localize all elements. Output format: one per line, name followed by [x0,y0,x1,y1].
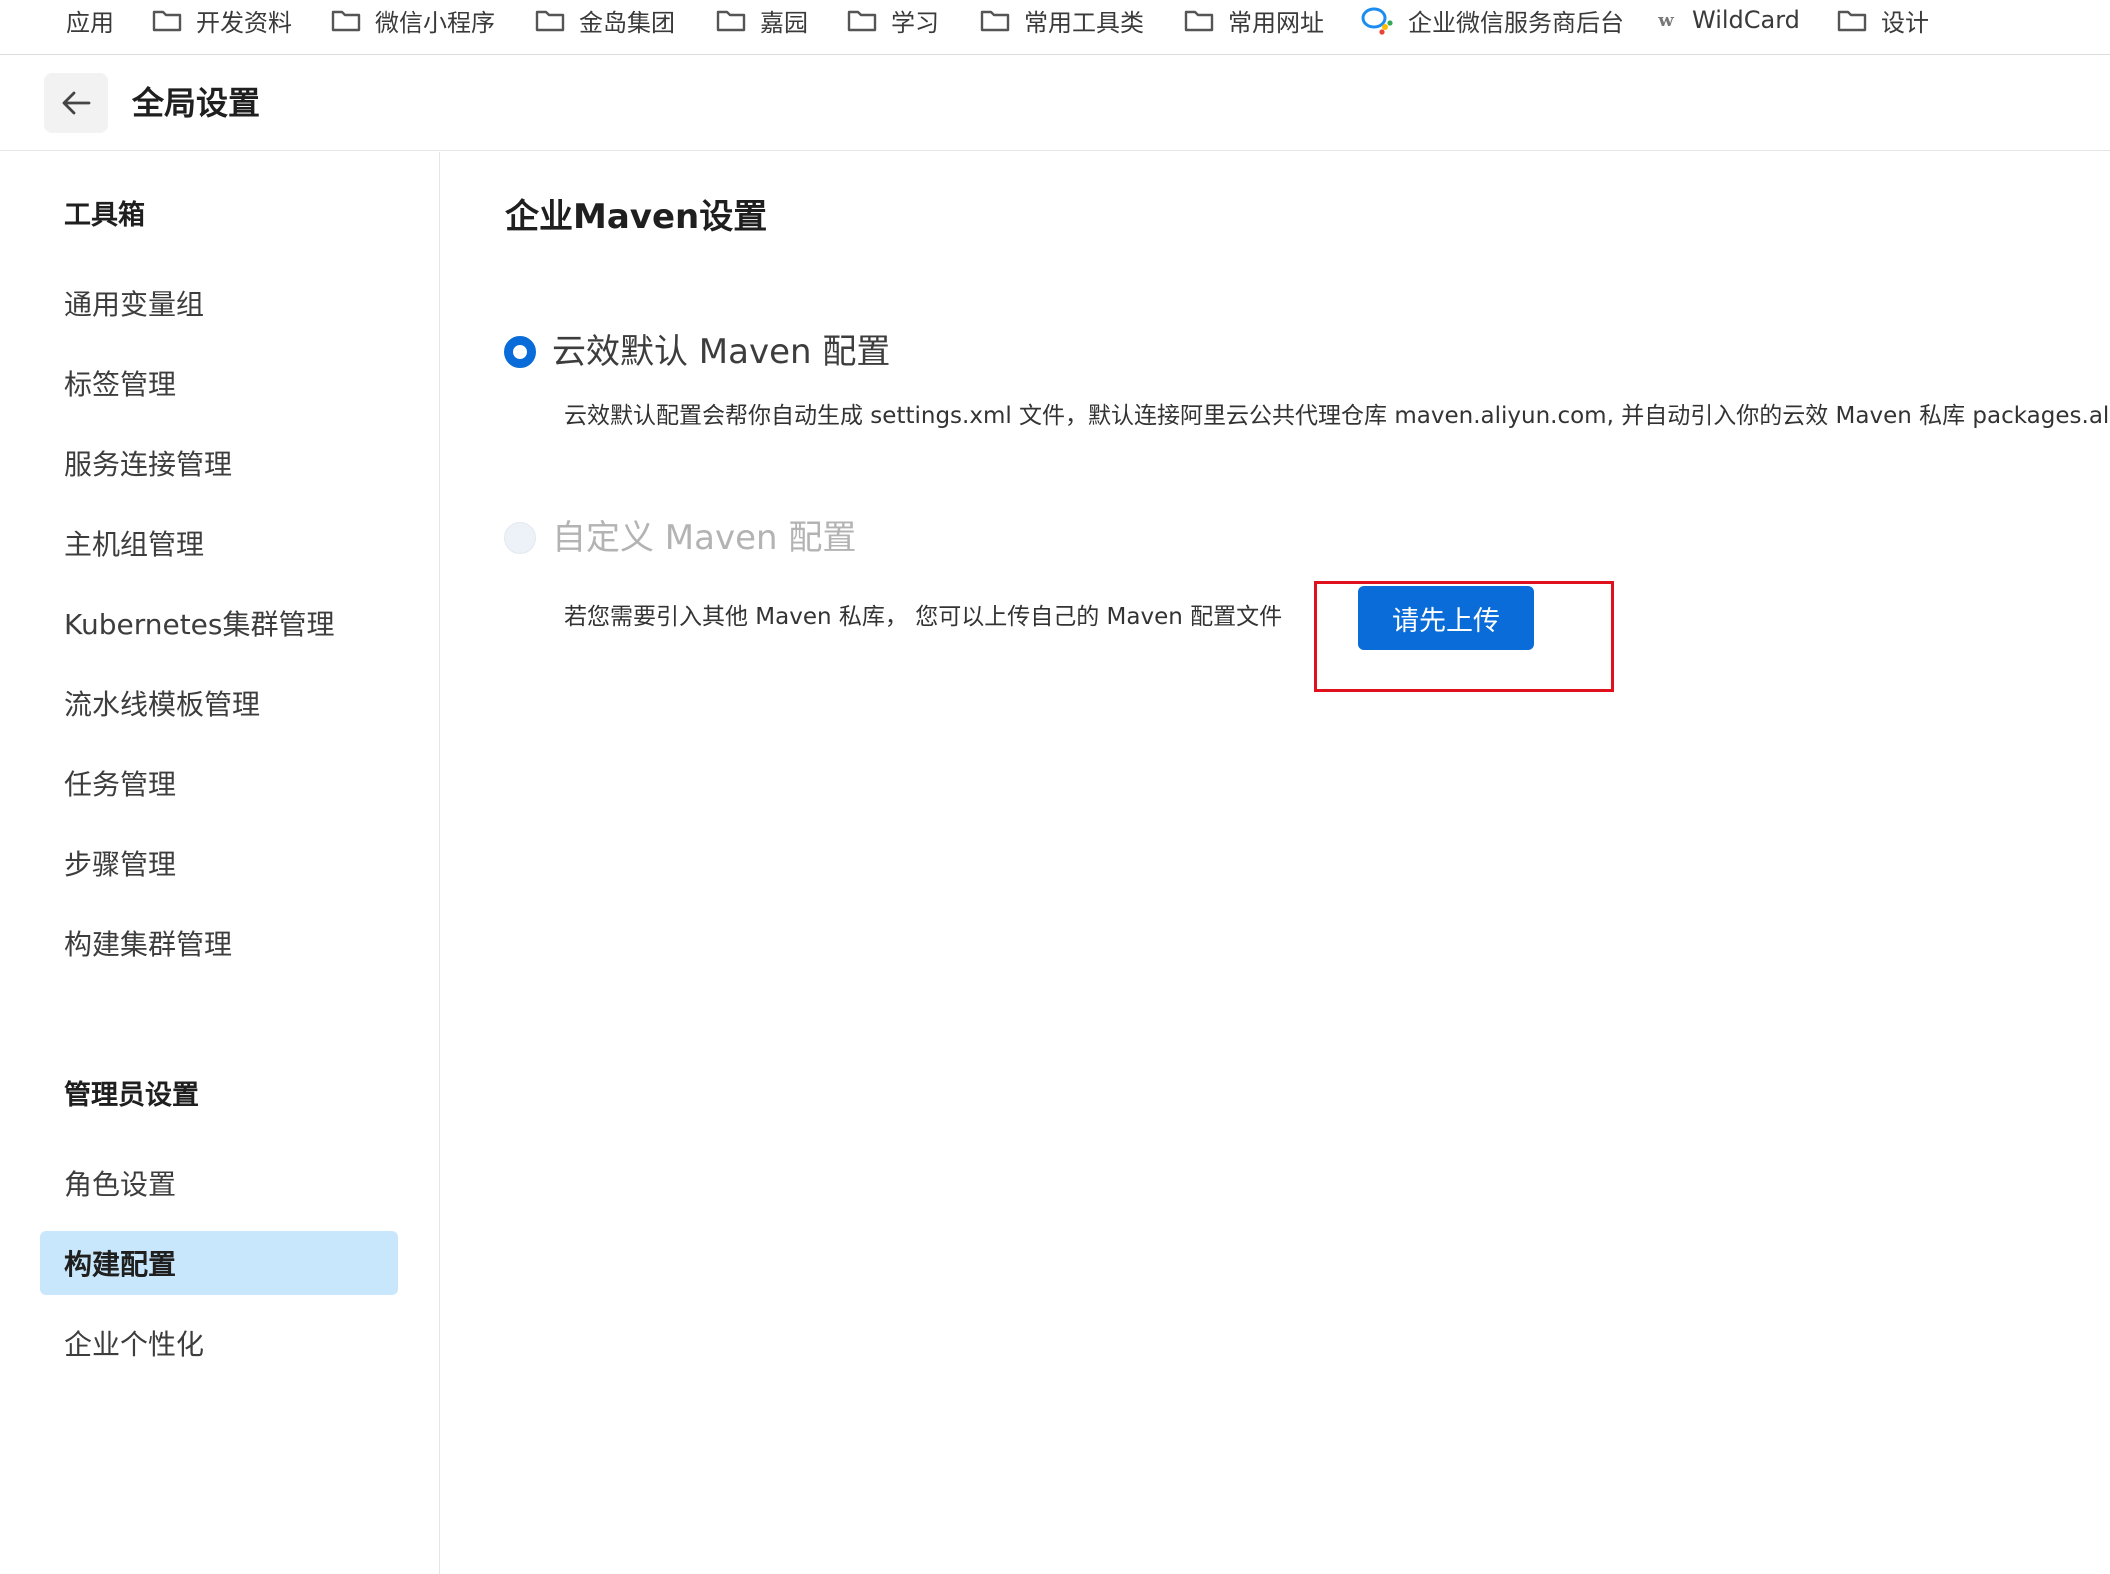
folder-icon [152,8,182,32]
sidebar-item-build-clusters[interactable]: 构建集群管理 [40,911,398,975]
bookmark-label: 设计 [1881,8,1929,37]
sidebar-item-tasks[interactable]: 任务管理 [40,751,398,815]
sidebar-item-host-groups[interactable]: 主机组管理 [40,511,398,575]
sidebar-item-steps[interactable]: 步骤管理 [40,831,398,895]
bookmark-label: 嘉园 [760,8,808,37]
bookmark-folder[interactable]: 常用工具类 [980,0,1144,40]
arrow-left-icon [62,91,91,115]
bookmark-label: 金岛集团 [579,8,675,37]
back-button[interactable] [44,73,108,133]
bookmark-apps[interactable]: 应用 [26,0,114,40]
sidebar-group-title: 工具箱 [64,200,145,231]
radio-custom-maven[interactable]: 自定义 Maven 配置 [504,516,856,560]
bookmark-wecom[interactable]: 企业微信服务商后台 [1360,0,1624,40]
sidebar-item-variable-groups[interactable]: 通用变量组 [40,271,398,335]
bookmark-label: 常用网址 [1228,8,1324,37]
sidebar-item-kubernetes[interactable]: Kubernetes集群管理 [40,591,398,655]
radio-label: 云效默认 Maven 配置 [552,332,891,372]
sidebar-item-tags[interactable]: 标签管理 [40,351,398,415]
bookmark-label: 企业微信服务商后台 [1408,8,1624,37]
radio-checked-icon[interactable] [504,336,536,368]
folder-icon [535,8,565,32]
main-content: 企业Maven设置 云效默认 Maven 配置 云效默认配置会帮你自动生成 se… [441,152,2110,1574]
page-title: 全局设置 [132,84,261,122]
radio-label: 自定义 Maven 配置 [552,518,857,558]
page-header: 全局设置 [0,55,2110,151]
bookmark-folder[interactable]: 常用网址 [1184,0,1324,40]
bookmark-wildcard[interactable]: w WildCard [1654,0,1800,40]
bookmark-folder[interactable]: 开发资料 [152,0,292,40]
w-logo-icon: w [1658,9,1674,31]
upload-button[interactable]: 请先上传 [1358,586,1534,650]
wecom-logo-icon [1360,5,1394,35]
option-description: 云效默认配置会帮你自动生成 settings.xml 文件，默认连接阿里云公共代… [564,403,2110,429]
bookmarks-bar: 应用 开发资料 微信小程序 金岛集团 嘉园 学习 常用工具类 常用网址 企业微信… [0,0,2110,55]
sidebar-item-personalization[interactable]: 企业个性化 [40,1311,398,1375]
bookmark-label: 常用工具类 [1024,8,1144,37]
folder-icon [331,8,361,32]
sidebar-group-title: 管理员设置 [64,1080,199,1111]
bookmark-label: 开发资料 [196,8,292,37]
section-title: 企业Maven设置 [505,197,768,237]
bookmark-folder[interactable]: 设计 [1837,0,1929,40]
apps-grid-icon [26,7,52,33]
option-description: 若您需要引入其他 Maven 私库， 您可以上传自己的 Maven 配置文件 [564,604,1283,630]
sidebar: 工具箱 通用变量组 标签管理 服务连接管理 主机组管理 Kubernetes集群… [0,152,440,1574]
sidebar-item-roles[interactable]: 角色设置 [40,1151,398,1215]
bookmark-folder[interactable]: 学习 [847,0,939,40]
sidebar-item-service-connections[interactable]: 服务连接管理 [40,431,398,495]
bookmark-folder[interactable]: 嘉园 [716,0,808,40]
folder-icon [980,8,1010,32]
folder-icon [847,8,877,32]
bookmark-folder[interactable]: 金岛集团 [535,0,675,40]
radio-unchecked-icon[interactable] [504,522,536,554]
folder-icon [716,8,746,32]
bookmark-label: 微信小程序 [375,8,495,37]
bookmark-label: 应用 [66,8,114,37]
bookmark-label: 学习 [891,8,939,37]
folder-icon [1837,8,1867,32]
sidebar-item-build-config[interactable]: 构建配置 [40,1231,398,1295]
sidebar-item-pipeline-templates[interactable]: 流水线模板管理 [40,671,398,735]
radio-default-maven[interactable]: 云效默认 Maven 配置 [504,330,890,374]
bookmark-label: WildCard [1692,6,1800,34]
folder-icon [1184,8,1214,32]
bookmark-folder[interactable]: 微信小程序 [331,0,495,40]
